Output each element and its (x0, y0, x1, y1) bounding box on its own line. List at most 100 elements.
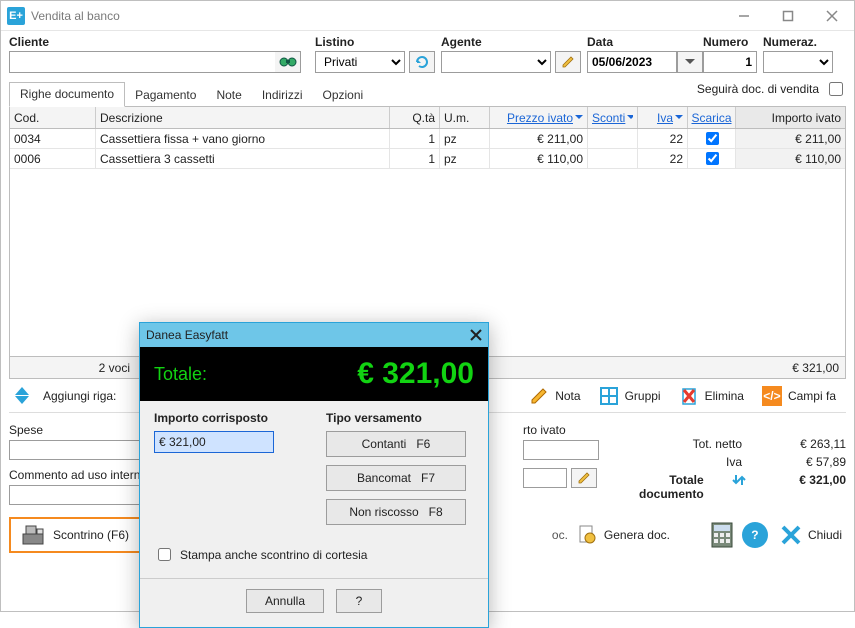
cell-scarica[interactable] (688, 149, 736, 168)
window-maximize-button[interactable] (766, 1, 810, 30)
agente-edit-button[interactable] (555, 51, 581, 73)
campi-button[interactable]: </> Campi fa (758, 384, 840, 408)
code-icon: </> (762, 386, 782, 406)
elimina-button[interactable]: Elimina (675, 384, 748, 408)
cell-qta: 1 (390, 129, 440, 148)
col-prezzo-ivato[interactable]: Prezzo ivato (490, 107, 588, 128)
cell-descr: Cassettiera 3 cassetti (96, 149, 390, 168)
dialog-close-button[interactable] (470, 329, 482, 341)
cortesia-checkbox-row[interactable]: Stampa anche scontrino di cortesia (154, 545, 474, 564)
calculator-icon (710, 522, 734, 548)
col-scarica[interactable]: Scarica (688, 107, 736, 128)
totals-block: Tot. netto€ 263,11 Iva€ 57,89 Totale doc… (611, 419, 846, 505)
data-label: Data (587, 35, 697, 49)
nota-button[interactable]: Nota (525, 384, 584, 408)
table-row[interactable]: 0006Cassettiera 3 cassetti1pz€ 110,0022€… (10, 149, 845, 169)
importo-ivato-input[interactable] (523, 440, 599, 460)
nonriscosso-key: F8 (429, 505, 443, 519)
cliente-lookup-button[interactable] (275, 51, 301, 73)
totale-swap-button[interactable] (728, 473, 750, 501)
dialog-titlebar: Danea Easyfatt (140, 323, 488, 347)
cell-importo: € 211,00 (736, 129, 845, 148)
dialog-help-button[interactable]: ? (336, 589, 382, 613)
swap-icon (732, 473, 746, 487)
scarica-checkbox[interactable] (706, 152, 719, 165)
grid-total: € 321,00 (735, 361, 845, 375)
elimina-label: Elimina (705, 389, 744, 403)
cell-scarica[interactable] (688, 129, 736, 148)
spese-input[interactable] (9, 440, 159, 460)
maximize-icon (782, 10, 794, 22)
chiudi-button[interactable]: Chiudi (776, 522, 846, 548)
aggiungi-riga-label: Aggiungi riga: (43, 389, 116, 403)
scontrino-label: Scontrino (F6) (53, 528, 129, 542)
chevron-down-icon (685, 59, 695, 65)
col-descrizione[interactable]: Descrizione (96, 107, 390, 128)
arrow-down-icon (15, 396, 29, 404)
pencil-icon (529, 386, 549, 406)
col-iva[interactable]: Iva (638, 107, 688, 128)
segui-doc-checkbox[interactable] (829, 82, 843, 96)
col-cod[interactable]: Cod. (10, 107, 96, 128)
agente-select[interactable] (441, 51, 551, 73)
window-minimize-button[interactable] (722, 1, 766, 30)
numero-input[interactable] (703, 51, 757, 73)
col-sconti[interactable]: Sconti (588, 107, 638, 128)
col-importo-ivato[interactable]: Importo ivato (736, 107, 845, 128)
close-icon (826, 10, 838, 22)
dialog-total-panel: Totale: € 321,00 (140, 347, 488, 401)
iva-value: € 57,89 (766, 455, 846, 469)
pencil-icon (577, 471, 591, 485)
commento-input[interactable] (9, 485, 159, 505)
contanti-button[interactable]: Contanti F6 (326, 431, 466, 457)
nonriscosso-button[interactable]: Non riscosso F8 (326, 499, 466, 525)
listino-select[interactable]: Privati (315, 51, 405, 73)
window-close-button[interactable] (810, 1, 854, 30)
cliente-input[interactable] (9, 51, 275, 73)
col-um[interactable]: U.m. (440, 107, 490, 128)
bancomat-button[interactable]: Bancomat F7 (326, 465, 466, 491)
tab-opzioni[interactable]: Opzioni (313, 84, 374, 107)
importo-corrisposto-input[interactable] (154, 431, 274, 453)
genera-doc-button[interactable]: Genera doc. (576, 524, 670, 546)
tab-pagamento[interactable]: Pagamento (125, 84, 206, 107)
listino-label: Listino (315, 35, 435, 49)
chevron-down-icon (575, 115, 583, 121)
importo-ivato-label: rto ivato (523, 423, 599, 437)
tab-righe-documento[interactable]: Righe documento (9, 82, 125, 107)
totale-documento-label: Totale documento (611, 473, 704, 501)
dialog-totale-label: Totale: (154, 364, 207, 385)
help-button[interactable]: ? (742, 522, 768, 548)
cell-cod: 0006 (10, 149, 96, 168)
chevron-down-icon (627, 115, 633, 121)
data-input[interactable] (587, 51, 677, 73)
extra-edit-button[interactable] (571, 468, 597, 488)
binoculars-icon (279, 55, 297, 69)
numeraz-select[interactable] (763, 51, 833, 73)
calculator-button[interactable] (710, 522, 734, 548)
listino-refresh-button[interactable] (409, 51, 435, 73)
scontrino-button[interactable]: Scontrino (F6) (9, 517, 141, 553)
contanti-label: Contanti (362, 437, 407, 451)
tot-netto-label: Tot. netto (693, 437, 742, 451)
data-dropdown-button[interactable] (677, 51, 703, 73)
tab-indirizzi[interactable]: Indirizzi (252, 84, 313, 107)
cortesia-checkbox[interactable] (158, 548, 171, 561)
gruppi-button[interactable]: Gruppi (595, 384, 665, 408)
annulla-button[interactable]: Annulla (246, 589, 324, 613)
chevron-down-icon (675, 115, 683, 121)
tab-note[interactable]: Note (206, 84, 251, 107)
grid-voci-count: 2 voci (96, 361, 136, 375)
doc-suffix-label: oc. (552, 528, 568, 542)
col-qta[interactable]: Q.tà (390, 107, 440, 128)
scarica-checkbox[interactable] (706, 132, 719, 145)
table-row[interactable]: 0034Cassettiera fissa + vano giorno1pz€ … (10, 129, 845, 149)
cell-um: pz (440, 149, 490, 168)
row-move-buttons[interactable] (15, 387, 29, 404)
totale-documento-value: € 321,00 (774, 473, 846, 501)
cell-iva: 22 (638, 129, 688, 148)
grid-icon (599, 386, 619, 406)
cell-sconti (588, 149, 638, 168)
extra-input[interactable] (523, 468, 567, 488)
nota-label: Nota (555, 389, 580, 403)
